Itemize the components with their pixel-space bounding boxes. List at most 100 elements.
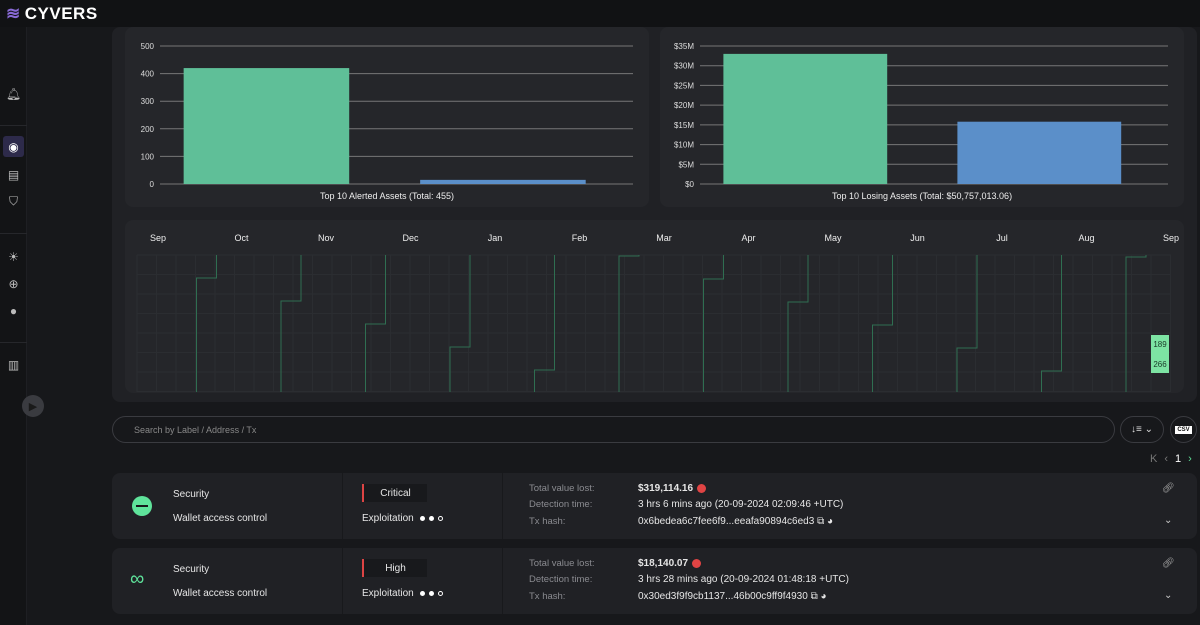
next-page-icon[interactable]: › (1188, 453, 1192, 465)
severity-badge: High (362, 559, 427, 577)
tx-hash[interactable]: 0x6bedea6c7fee6f9...eeafa90894c6ed3 (638, 516, 814, 527)
csv-export-button[interactable]: CSV (1170, 416, 1197, 443)
alert-indicator-icon (697, 483, 707, 493)
bar[interactable] (183, 68, 350, 184)
severity-badge: Critical (362, 484, 427, 502)
alert-indicator-icon (692, 558, 702, 568)
losing-assets-svg: $0 $5M $10M $15M $20M $25M $30M $35M (674, 42, 1168, 189)
stats-icon[interactable]: ▥ (3, 354, 24, 375)
month-boundary (872, 255, 893, 392)
y-tick-label: 300 (141, 97, 155, 106)
month-label: Mar (656, 233, 672, 243)
month-label: Sep (1163, 233, 1179, 243)
month-label: Sep (150, 233, 166, 243)
shield-globe-icon[interactable]: ● (3, 300, 24, 321)
month-label: Apr (741, 233, 755, 243)
logo-icon: ≋ (6, 3, 21, 23)
explorer-icon[interactable]: ◕ (827, 516, 833, 527)
alert-row[interactable]: Security Wallet access control Critical … (112, 473, 1197, 539)
chain-solid-icon (132, 496, 152, 516)
sort-button[interactable]: ↓≡ ⌄ (1120, 416, 1164, 443)
y-tick-label: $0 (685, 180, 694, 189)
month-boundary (280, 255, 302, 392)
link-icon[interactable]: 🔗︎ (1162, 483, 1175, 494)
month-label: Jun (910, 233, 925, 243)
bar[interactable] (957, 121, 1122, 184)
monitor-icon[interactable]: ◉ (3, 136, 24, 157)
month-label: Oct (234, 233, 249, 243)
month-boundary (787, 255, 809, 392)
detection-time: 3 hrs 6 mins ago (20-09-2024 02:09:46 +U… (638, 499, 844, 510)
chevron-down-icon[interactable]: ⌄ (1164, 515, 1172, 526)
y-tick-label: $15M (674, 121, 694, 130)
polygon-icon: ∞ (130, 568, 145, 590)
alert-stage: Exploitation (362, 588, 444, 599)
sidebar: 🔔︎ ◉ ▤ ⛉ ☀ ⊕ ● ▥ (0, 27, 27, 625)
month-label: Jul (996, 233, 1008, 243)
expand-sidebar-button[interactable]: ▶ (22, 395, 44, 417)
y-tick-label: 100 (141, 152, 155, 161)
y-tick-label: 0 (150, 180, 155, 189)
y-tick-label: $25M (674, 81, 694, 90)
shield-icon[interactable]: ⛉ (3, 191, 24, 212)
alert-type: Wallet access control (173, 588, 268, 599)
copy-icon[interactable]: ⧉ (817, 516, 824, 527)
month-label: Jan (488, 233, 503, 243)
current-page: 1 (1175, 453, 1182, 465)
logo[interactable]: ≋ CYVERS (6, 4, 98, 24)
y-tick-label: $35M (674, 42, 694, 51)
link-icon[interactable]: 🔗︎ (1162, 558, 1175, 569)
month-label: Feb (572, 233, 588, 243)
prev-page-icon[interactable]: ‹ (1164, 453, 1168, 465)
activity-icon[interactable]: ▤ (3, 164, 24, 185)
month-label: Nov (318, 233, 335, 243)
value-lost: $319,114.16 (638, 483, 694, 494)
alerted-assets-svg: 0 100 200 300 400 500 (141, 42, 633, 189)
chevron-down-icon[interactable]: ⌄ (1164, 590, 1172, 601)
month-boundary (365, 255, 386, 392)
copy-icon[interactable]: ⧉ (811, 591, 818, 602)
alert-row[interactable]: ∞ Security Wallet access control High Exp… (112, 548, 1197, 614)
activity-heatmap: Sep Oct Nov Dec Jan Feb Mar Apr May Jun Jul Aug Sep 1… (125, 220, 1184, 393)
alerted-assets-chart: 0 100 200 300 400 500 Top 10 Alerted Assets (… (125, 27, 649, 207)
month-label: May (824, 233, 842, 243)
losing-assets-chart: $0 $5M $10M $15M $20M $25M $30M $35M Top 10 Los… (660, 27, 1184, 207)
cell-value: 266 (1153, 360, 1167, 369)
y-tick-label: $20M (674, 101, 694, 110)
bar[interactable] (420, 179, 586, 184)
alarm-icon[interactable]: ☀ (3, 246, 24, 267)
top-bar: ≋ CYVERS (0, 0, 1200, 27)
first-page-icon[interactable]: K (1150, 453, 1157, 465)
month-boundary (1041, 255, 1062, 392)
chart-title: Top 10 Alerted Assets (Total: 455) (319, 191, 455, 201)
y-tick-label: $5M (678, 160, 694, 169)
month-boundary (196, 255, 217, 392)
month-label: Dec (402, 233, 419, 243)
globe-icon[interactable]: ⊕ (3, 273, 24, 294)
alert-type: Wallet access control (173, 513, 268, 524)
explorer-icon[interactable]: ◕ (820, 591, 826, 602)
value-lost: $18,140.07 (638, 558, 689, 569)
chart-title: Top 10 Losing Assets (Total: $50,757,013… (831, 191, 1013, 201)
month-boundary (618, 255, 640, 392)
heatmap-svg: Sep Oct Nov Dec Jan Feb Mar Apr May Jun Jul Aug Sep 1… (136, 233, 1179, 392)
tx-hash[interactable]: 0x30ed3f9f9cb1137...46b00c9ff9f4930 (638, 591, 808, 602)
detection-time: 3 hrs 28 mins ago (20-09-2024 01:48:18 +… (638, 574, 849, 585)
y-tick-label: 200 (141, 125, 155, 134)
month-boundary (956, 255, 978, 392)
cell-value: 189 (1153, 340, 1167, 349)
y-tick-label: $30M (674, 62, 694, 71)
search-input[interactable]: Search by Label / Address / Tx (112, 416, 1115, 443)
month-boundary (534, 255, 555, 392)
month-boundary (1125, 255, 1147, 392)
y-tick-label: 500 (141, 42, 155, 51)
y-tick-label: 400 (141, 70, 155, 79)
y-tick-label: $10M (674, 141, 694, 150)
alert-category: Security (173, 489, 210, 500)
alert-category: Security (173, 564, 210, 575)
pagination: K ‹ 1 › (1150, 453, 1192, 465)
month-boundary (703, 255, 724, 392)
alert-stage: Exploitation (362, 513, 444, 524)
bar[interactable] (723, 53, 888, 184)
notifications-icon[interactable]: 🔔︎ (3, 83, 24, 104)
